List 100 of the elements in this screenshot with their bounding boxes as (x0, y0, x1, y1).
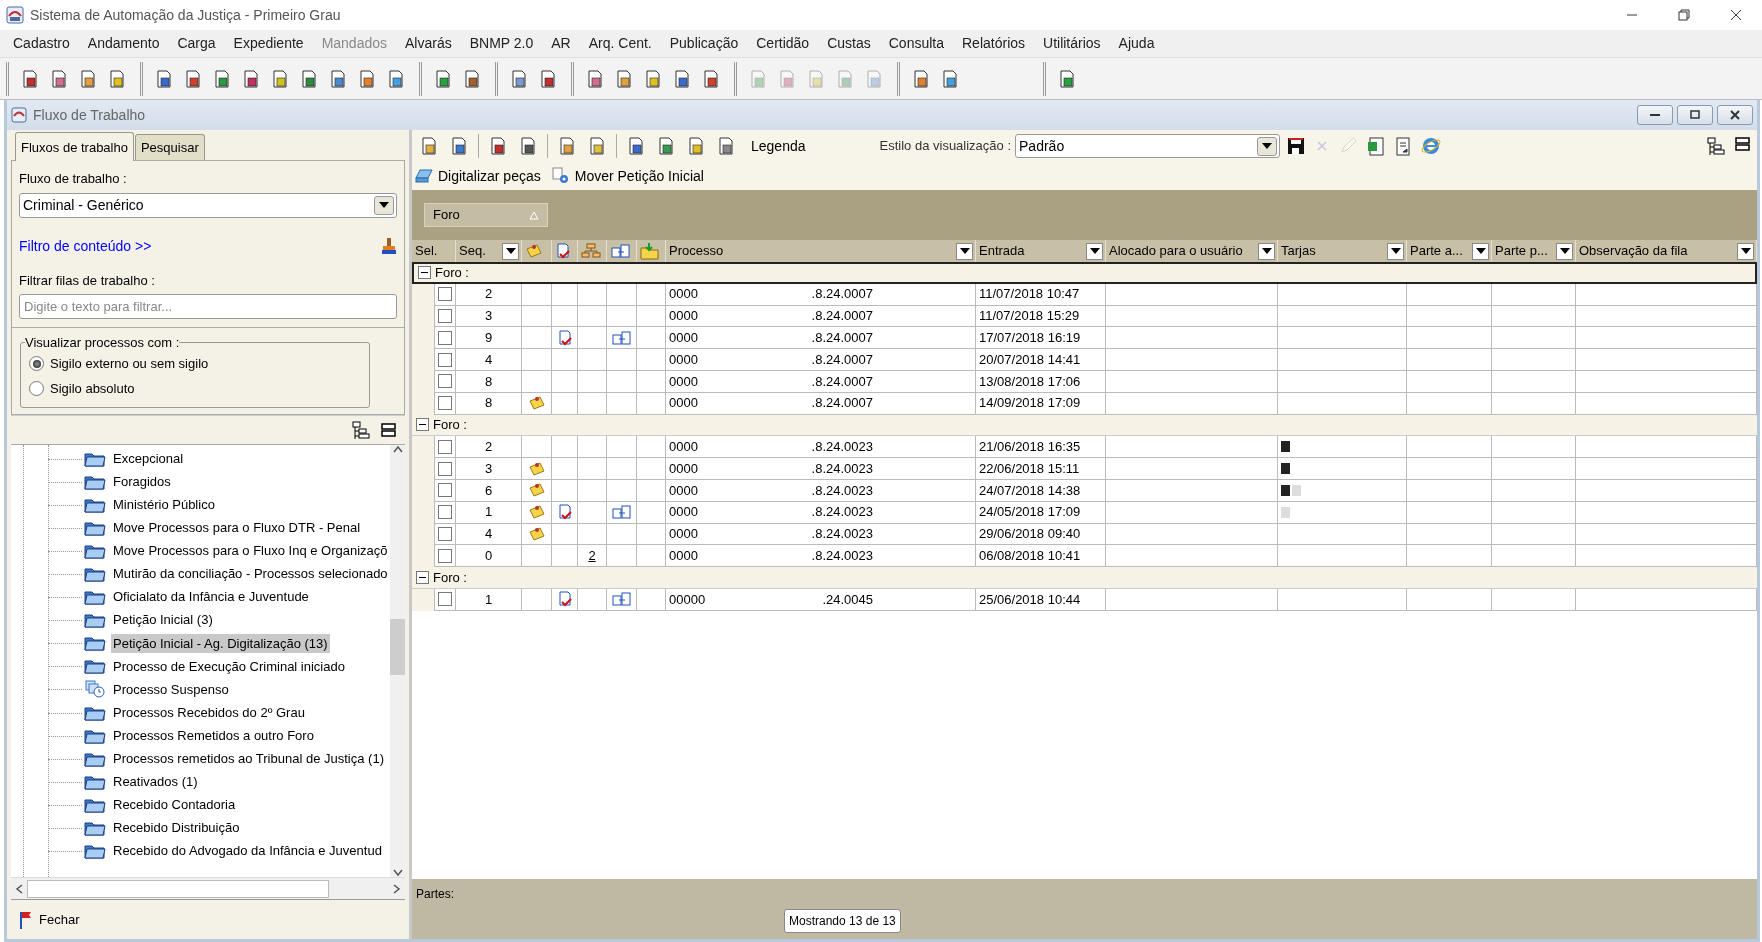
menu-item[interactable]: Custas (818, 31, 880, 56)
tree-item[interactable]: Processo Suspenso (111, 679, 231, 700)
radio-button[interactable] (29, 356, 44, 371)
menu-item[interactable]: Expediente (224, 31, 313, 56)
filter-button[interactable] (1387, 242, 1404, 260)
tree-item[interactable]: Recebido do Advogado da Infância e Juventud (111, 841, 384, 861)
process-number[interactable]: .8.24.0023 (811, 502, 873, 522)
process-number[interactable]: .8.24.0007 (811, 349, 873, 370)
tree-item[interactable]: Processos remetidos ao Tribunal de Justiça (1) (111, 749, 386, 769)
tree-item[interactable]: Move Processos para o Fluxo DTR - Penal (111, 518, 363, 538)
tree-item[interactable]: Processos Remetidos a outro Foro (111, 725, 316, 746)
process-number[interactable]: 0000 (669, 328, 698, 348)
process-number[interactable]: .8.24.0023 (811, 480, 873, 501)
menu-item[interactable]: Consulta (879, 31, 953, 56)
tree-item[interactable]: Recebido Contadoria (111, 795, 238, 815)
menu-item[interactable]: AR (542, 31, 580, 56)
scrollbar[interactable] (389, 445, 405, 877)
content-filter-link[interactable]: Filtro de conteúdo >> (19, 235, 152, 257)
process-number[interactable]: 0000 (669, 371, 698, 392)
action-button[interactable]: Mover Petição Inicial (550, 165, 704, 187)
filter-button[interactable] (1472, 242, 1489, 260)
collapse-button[interactable] (416, 571, 429, 585)
tree-item[interactable]: Excepcional (111, 448, 186, 469)
menu-item[interactable]: Arq. Cent. (579, 31, 661, 56)
view-style-select[interactable]: Padrão (1015, 134, 1281, 158)
tree-item[interactable]: Processos Recebidos do 2º Grau (111, 702, 307, 723)
process-number[interactable]: 0000 (669, 480, 698, 501)
tab[interactable]: Fluxos de trabalho (15, 131, 134, 161)
checkbox[interactable] (438, 548, 452, 563)
tree-item[interactable]: Recebido Distribuição (111, 818, 242, 838)
tree-item[interactable]: Reativados (1) (111, 772, 200, 792)
tree-view-icon[interactable] (1706, 136, 1726, 156)
process-number[interactable]: 0000 (669, 458, 698, 479)
group-by-chip[interactable]: Foro (424, 203, 548, 227)
process-number[interactable]: .8.24.0023 (811, 524, 873, 544)
scroll-thumb[interactable] (27, 879, 329, 898)
filter-button[interactable] (1086, 242, 1103, 260)
process-number[interactable]: .8.24.0007 (811, 393, 873, 413)
checkbox[interactable] (438, 309, 452, 323)
menu-item[interactable]: Utilitários (1034, 31, 1110, 56)
tree-item[interactable]: Foragidos (111, 471, 173, 492)
menu-item[interactable]: Andamento (78, 31, 169, 56)
process-number[interactable]: .8.24.0023 (811, 437, 873, 457)
tab[interactable]: Pesquisar (134, 133, 205, 160)
action-button[interactable]: Digitalizar peças (414, 165, 541, 187)
tree-item[interactable]: Petição Inicial (3) (111, 610, 215, 630)
tree-item[interactable]: Petição Inicial - Ag. Digitalização (13) (111, 633, 330, 654)
workflow-select[interactable]: Criminal - Genérico (19, 192, 397, 218)
menu-item[interactable]: Cadastro (4, 31, 79, 56)
menu-item[interactable]: Publicação (660, 31, 748, 56)
scrollbar[interactable] (11, 877, 405, 899)
process-number[interactable]: .24.0045 (822, 589, 873, 610)
menu-item[interactable]: Relatórios (953, 31, 1035, 56)
tree-item[interactable]: Ministério Público (111, 495, 217, 515)
minimize-button[interactable] (1637, 105, 1673, 125)
close-icon[interactable] (1730, 9, 1742, 21)
process-number[interactable]: 0000 (669, 546, 698, 566)
process-number[interactable]: .8.24.0007 (811, 306, 873, 326)
process-number[interactable]: .8.24.0007 (811, 371, 873, 392)
filter-button[interactable] (502, 242, 519, 260)
filter-button[interactable] (1258, 242, 1275, 260)
close-button[interactable]: Fechar (11, 907, 86, 932)
process-number[interactable]: 0000 (669, 306, 698, 326)
scroll-thumb[interactable] (389, 619, 405, 675)
list-view-icon[interactable] (379, 422, 397, 438)
filter-input[interactable]: Digite o texto para filtrar... (19, 294, 397, 319)
process-number[interactable]: 0000 (669, 524, 698, 544)
tree-item[interactable]: Processo de Execução Criminal iniciado (111, 656, 347, 677)
menu-item[interactable]: Carga (168, 31, 225, 56)
collapse-button[interactable] (416, 418, 429, 432)
menu-item[interactable]: Ajuda (1109, 31, 1164, 56)
radio-button[interactable] (29, 381, 44, 396)
checkbox[interactable] (438, 439, 452, 454)
process-number[interactable]: .8.24.0023 (811, 546, 873, 566)
process-number[interactable]: 0000 (669, 437, 698, 457)
process-number[interactable]: 0000 (669, 349, 698, 370)
collapse-button[interactable] (418, 266, 431, 280)
tree-item[interactable]: Mutirão da conciliação - Processos selecionado (111, 564, 390, 584)
filter-button[interactable] (956, 242, 973, 260)
filter-button[interactable] (1556, 242, 1573, 260)
restore-button[interactable] (1677, 105, 1713, 125)
checkbox[interactable] (438, 330, 452, 345)
process-number[interactable]: .8.24.0023 (811, 458, 873, 479)
close-button[interactable] (1717, 105, 1753, 125)
menu-item[interactable]: BNMP 2.0 (460, 31, 543, 56)
menu-item[interactable]: Alvarás (396, 31, 461, 56)
restore-icon[interactable] (1678, 9, 1690, 21)
menu-item[interactable]: Certidão (747, 31, 819, 56)
filter-button[interactable] (1737, 242, 1754, 260)
process-number[interactable]: .8.24.0007 (811, 284, 873, 304)
count-link[interactable]: 2 (588, 546, 596, 566)
tree-item[interactable]: Oficialato da Infância e Juventude (111, 587, 311, 607)
legend-button[interactable]: Legenda (743, 135, 814, 157)
process-number[interactable]: 0000 (669, 284, 698, 304)
tree-item[interactable]: Move Processos para o Fluxo Inq e Organizaçõ (111, 541, 390, 561)
process-number[interactable]: .8.24.0007 (811, 328, 873, 348)
process-number[interactable]: 00000 (669, 589, 706, 610)
list-view-icon[interactable] (1732, 136, 1751, 152)
process-number[interactable]: 0000 (669, 502, 698, 522)
tree-view-icon[interactable] (351, 420, 371, 440)
